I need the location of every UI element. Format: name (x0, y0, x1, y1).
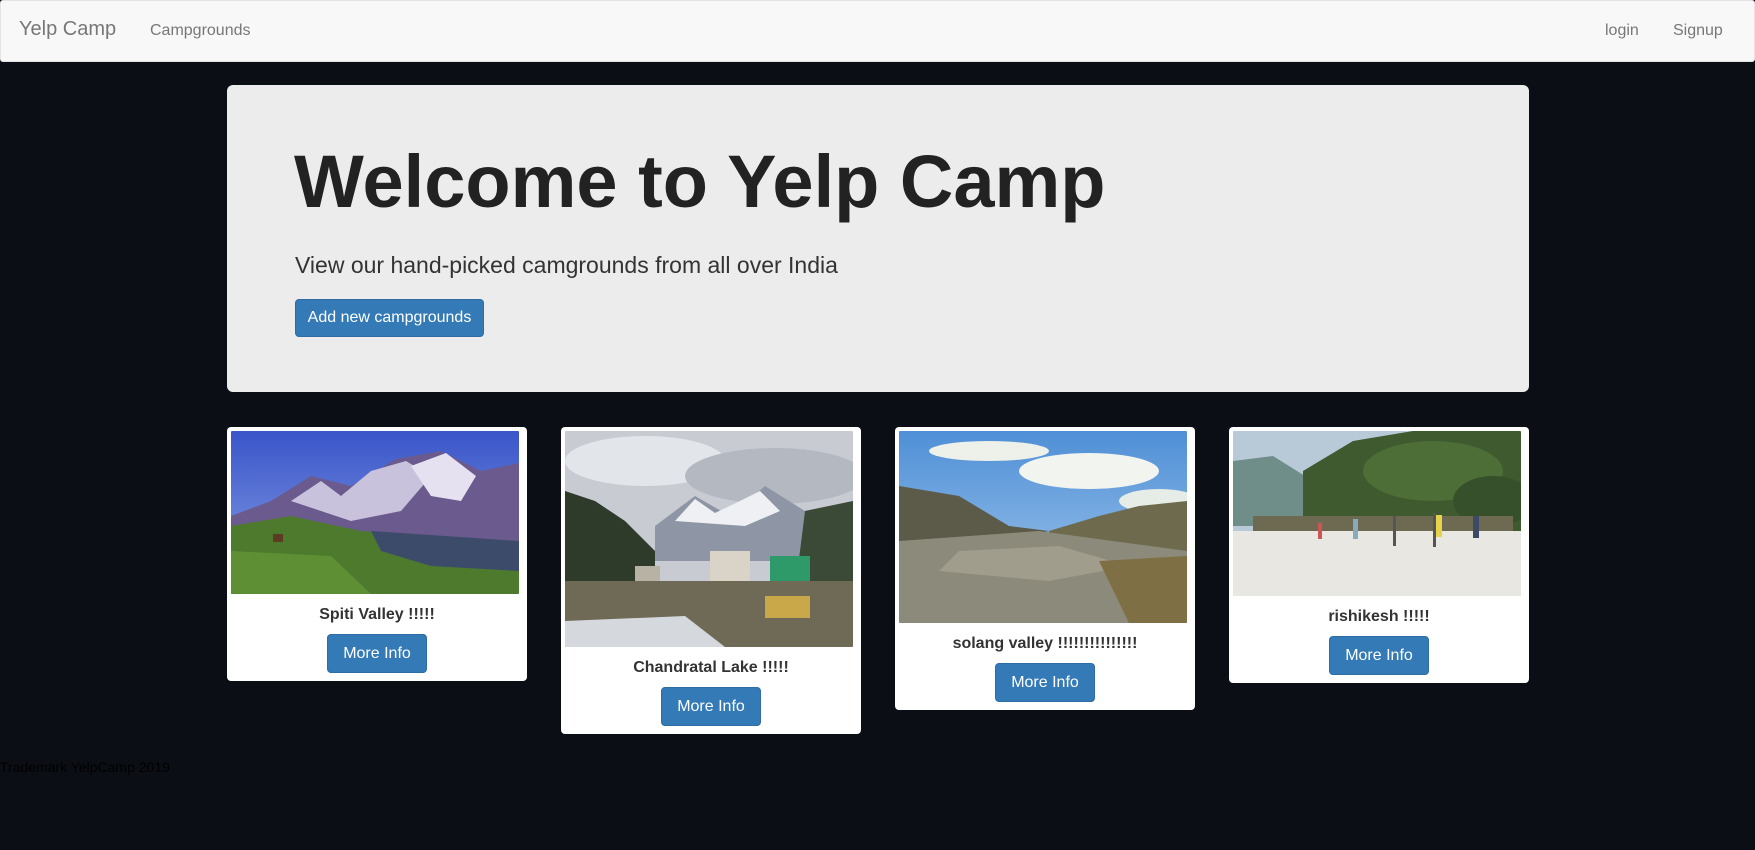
jumbotron: Welcome to Yelp Camp View our hand-picke… (227, 85, 1529, 392)
nav-link-login[interactable]: login (1605, 22, 1639, 40)
campground-image[interactable] (899, 431, 1187, 623)
footer-text: Trademark YelpCamp 2019 (0, 759, 170, 775)
campground-card: solang valley !!!!!!!!!!!!!!! More Info (895, 427, 1195, 710)
more-info-button[interactable]: More Info (661, 687, 761, 726)
more-info-button[interactable]: More Info (327, 634, 427, 673)
more-info-button[interactable]: More Info (995, 663, 1095, 702)
nav-link-campgrounds[interactable]: Campgrounds (150, 22, 251, 40)
campground-card: rishikesh !!!!! More Info (1229, 427, 1529, 683)
page-subtitle: View our hand-picked camgrounds from all… (295, 252, 838, 278)
nav-link-signup[interactable]: Signup (1673, 22, 1723, 40)
campground-name: rishikesh !!!!! (1328, 608, 1430, 625)
campground-name: Chandratal Lake !!!!! (633, 659, 789, 676)
campground-card: Chandratal Lake !!!!! More Info (561, 427, 861, 734)
campground-image[interactable] (1233, 431, 1521, 596)
add-campground-button[interactable]: Add new campgrounds (295, 299, 484, 337)
nav-brand[interactable]: Yelp Camp (19, 18, 116, 41)
campground-name: solang valley !!!!!!!!!!!!!!! (952, 635, 1138, 652)
campground-name: Spiti Valley !!!!! (319, 606, 435, 623)
more-info-button[interactable]: More Info (1329, 636, 1429, 675)
page-title: Welcome to Yelp Camp (294, 140, 1106, 223)
campground-card: Spiti Valley !!!!! More Info (227, 427, 527, 681)
campground-image[interactable] (565, 431, 853, 647)
navbar: Yelp Camp Campgrounds login Signup (0, 0, 1755, 62)
campground-image[interactable] (231, 431, 519, 594)
